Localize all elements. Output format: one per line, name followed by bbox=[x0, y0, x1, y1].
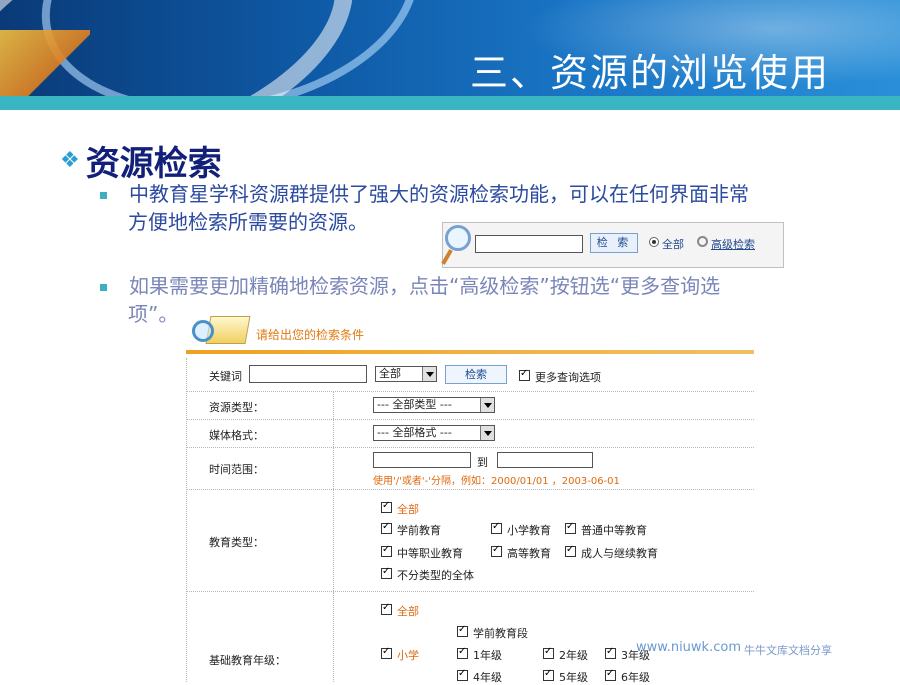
square-bullet-icon bbox=[100, 192, 107, 199]
edu-preschool-checkbox[interactable] bbox=[381, 521, 392, 534]
diamond-bullet-icon: ❖ bbox=[60, 148, 80, 173]
chevron-down-icon bbox=[480, 426, 494, 440]
education-type-row: 教育类型： 全部 学前教育 小学教育 普通中等教育 中等职业教育 高等教育 成人… bbox=[187, 490, 754, 592]
grade-2-checkbox[interactable] bbox=[543, 646, 554, 659]
keyword-scope-select[interactable]: 全部 bbox=[375, 366, 437, 382]
panel-title: 请给出您的检索条件 bbox=[256, 328, 365, 342]
grade-label: 基础教育年级： bbox=[209, 654, 286, 667]
chevron-down-icon bbox=[480, 398, 494, 412]
search-widget-screenshot: 检 索 全部 高级检索 bbox=[441, 222, 784, 268]
edu-vocational-checkbox[interactable] bbox=[381, 544, 392, 557]
search-button[interactable]: 检 索 bbox=[590, 233, 638, 253]
search-input[interactable] bbox=[475, 235, 583, 253]
magnifier-icon bbox=[445, 225, 471, 251]
grade-1-checkbox[interactable] bbox=[457, 646, 468, 659]
all-radio[interactable] bbox=[649, 237, 659, 247]
resource-type-row: 资源类型： --- 全部类型 --- bbox=[187, 392, 754, 420]
date-format-hint: 使用'/'或者'-'分隔，例如：2000/01/01 ，2003-06-01 bbox=[373, 476, 620, 487]
resource-type-label: 资源类型： bbox=[209, 401, 264, 414]
watermark-text: 牛牛文库文档分享 bbox=[744, 644, 832, 657]
media-format-select[interactable]: --- 全部格式 --- bbox=[373, 425, 495, 441]
edu-higher-label: 高等教育 bbox=[507, 547, 551, 560]
media-format-row: 媒体格式： --- 全部格式 --- bbox=[187, 420, 754, 448]
start-date-input[interactable] bbox=[373, 452, 471, 468]
time-range-row: 时间范围： 到 使用'/'或者'-'分隔，例如：2000/01/01 ，2003… bbox=[187, 448, 754, 490]
grade-1-label: 1年级 bbox=[473, 649, 502, 662]
section-heading: ❖ 资源检索 bbox=[60, 136, 222, 185]
grade-all-checkbox[interactable] bbox=[381, 602, 392, 615]
grade-row: 基础教育年级： 全部 学前教育段 小学 1年级 2年级 3年级 4年级 5年级 … bbox=[187, 592, 754, 684]
section-title: 资源检索 bbox=[85, 144, 222, 184]
slide-title: 三、资源的浏览使用 bbox=[469, 51, 830, 95]
grade-6-checkbox[interactable] bbox=[605, 668, 616, 681]
grade-3-checkbox[interactable] bbox=[605, 646, 616, 659]
edu-secondary-checkbox[interactable] bbox=[565, 521, 576, 534]
edu-all-label: 全部 bbox=[397, 503, 419, 516]
grade-5-checkbox[interactable] bbox=[543, 668, 554, 681]
grade-5-label: 5年级 bbox=[559, 671, 588, 684]
time-range-label: 时间范围： bbox=[209, 463, 264, 476]
square-bullet-icon bbox=[100, 284, 107, 291]
search-button[interactable]: 检索 bbox=[445, 365, 507, 384]
time-to-label: 到 bbox=[477, 456, 488, 469]
keyword-row: 关键词 全部 检索 更多查询选项 bbox=[187, 358, 754, 392]
edu-secondary-label: 普通中等教育 bbox=[581, 524, 647, 537]
panel-divider bbox=[186, 350, 754, 354]
education-type-label: 教育类型： bbox=[209, 536, 264, 549]
grade-4-label: 4年级 bbox=[473, 671, 502, 684]
all-radio-label: 全部 bbox=[662, 238, 684, 251]
search-document-icon bbox=[190, 314, 251, 350]
grade-preschool-checkbox[interactable] bbox=[457, 624, 468, 637]
grade-6-label: 6年级 bbox=[621, 671, 650, 684]
more-options-label: 更多查询选项 bbox=[535, 371, 601, 384]
banner-decoration bbox=[0, 30, 90, 96]
grade-primary-label: 小学 bbox=[397, 649, 419, 662]
resource-type-select[interactable]: --- 全部类型 --- bbox=[373, 397, 495, 413]
chevron-down-icon bbox=[422, 367, 436, 381]
edu-all-checkbox[interactable] bbox=[381, 500, 392, 513]
watermark-site: www.niuwk.com bbox=[636, 640, 741, 655]
bullet-text: 中教育星学科资源群提供了强大的资源检索功能，可以在任何界面非常 bbox=[129, 182, 749, 206]
edu-adult-label: 成人与继续教育 bbox=[581, 547, 658, 560]
keyword-label: 关键词 bbox=[209, 370, 242, 383]
advanced-search-icon bbox=[697, 236, 708, 247]
grade-all-label: 全部 bbox=[397, 605, 419, 618]
magnifier-handle bbox=[441, 249, 453, 265]
divider-bar bbox=[0, 96, 900, 110]
edu-primary-label: 小学教育 bbox=[507, 524, 551, 537]
advanced-search-link[interactable]: 高级检索 bbox=[711, 236, 755, 252]
media-format-label: 媒体格式： bbox=[209, 429, 264, 442]
advanced-search-panel: 请给出您的检索条件 关键词 全部 检索 更多查询选项 资源类型： --- 全部类… bbox=[186, 314, 754, 684]
bullet-text: 如果需要更加精确地检索资源，点击“高级检索”按钮选“更多查询选 bbox=[129, 274, 721, 298]
end-date-input[interactable] bbox=[497, 452, 593, 468]
search-form: 关键词 全部 检索 更多查询选项 资源类型： --- 全部类型 --- 媒体格式… bbox=[186, 358, 754, 684]
edu-unclassified-label: 不分类型的全体 bbox=[397, 569, 474, 582]
edu-higher-checkbox[interactable] bbox=[491, 544, 502, 557]
edu-primary-checkbox[interactable] bbox=[491, 521, 502, 534]
grade-4-checkbox[interactable] bbox=[457, 668, 468, 681]
grade-2-label: 2年级 bbox=[559, 649, 588, 662]
edu-unclassified-checkbox[interactable] bbox=[381, 566, 392, 579]
edu-adult-checkbox[interactable] bbox=[565, 544, 576, 557]
more-options-checkbox[interactable] bbox=[519, 368, 530, 381]
header-banner: 三、资源的浏览使用 bbox=[0, 0, 900, 96]
keyword-input[interactable] bbox=[249, 365, 367, 383]
edu-preschool-label: 学前教育 bbox=[397, 524, 441, 537]
grade-preschool-label: 学前教育段 bbox=[473, 627, 528, 640]
grade-primary-checkbox[interactable] bbox=[381, 646, 392, 659]
edu-vocational-label: 中等职业教育 bbox=[397, 547, 463, 560]
